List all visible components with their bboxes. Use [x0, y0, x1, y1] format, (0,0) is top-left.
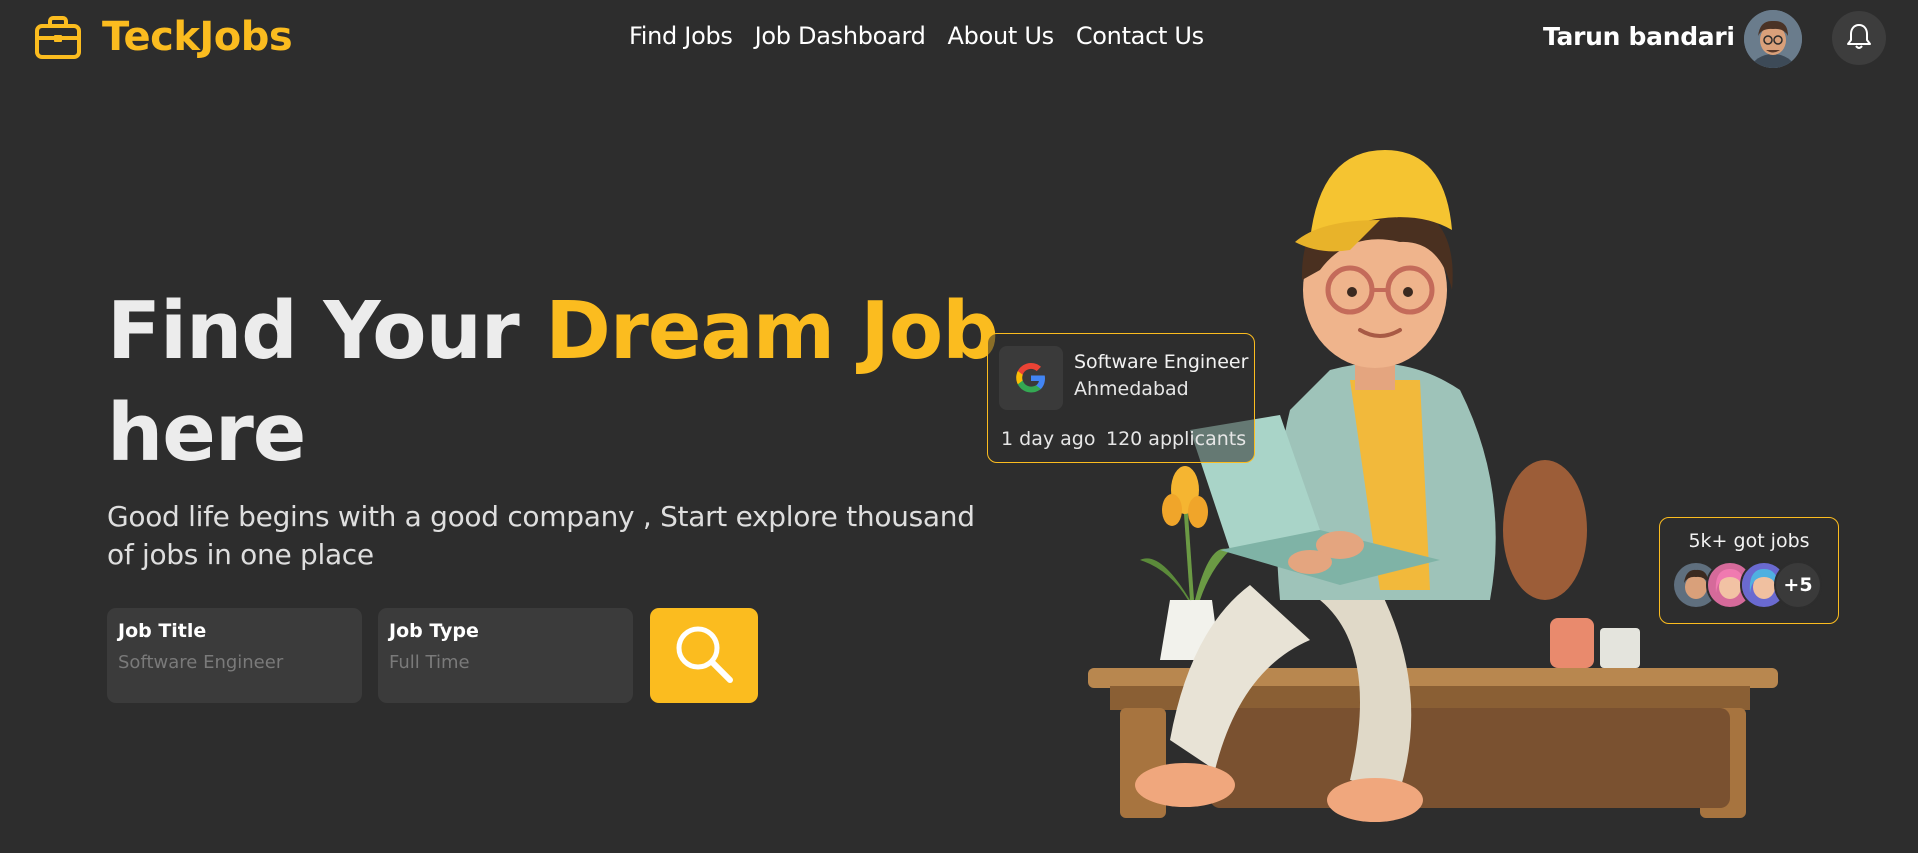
job-card-title: Software Engineer [1074, 351, 1249, 373]
briefcase-icon [34, 14, 82, 60]
hero-illustration [1020, 130, 1820, 853]
notification-button[interactable] [1832, 11, 1886, 65]
user-avatar[interactable] [1744, 10, 1802, 68]
more-count: +5 [1774, 561, 1822, 609]
job-type-input[interactable] [389, 652, 622, 673]
main-nav: Find Jobs Job Dashboard About Us Contact… [629, 22, 1204, 50]
hired-stat-label: 5k+ got jobs [1688, 530, 1810, 552]
job-card-applicants: 120 applicants [1106, 428, 1247, 450]
nav-about-us[interactable]: About Us [948, 22, 1055, 50]
search-icon [673, 623, 735, 689]
nav-contact-us[interactable]: Contact Us [1076, 22, 1204, 50]
job-title-input[interactable] [118, 652, 351, 673]
hired-avatars: +5 [1672, 561, 1822, 609]
hero-title: Find Your Dream Job here [107, 280, 1007, 484]
nav-job-dashboard[interactable]: Job Dashboard [755, 22, 926, 50]
brand-name: TeckJobs [102, 14, 293, 60]
bell-icon [1846, 22, 1872, 54]
job-card-location: Ahmedabad [1074, 378, 1189, 400]
job-card-posted: 1 day ago [1001, 428, 1096, 450]
job-title-label: Job Title [118, 620, 207, 642]
featured-job-card[interactable]: Software Engineer Ahmedabad 1 day ago 12… [987, 333, 1255, 463]
brand-logo[interactable]: TeckJobs [34, 14, 293, 60]
job-title-field: Job Title [107, 608, 362, 703]
hero-subtitle: Good life begins with a good company , S… [107, 500, 975, 571]
hero-title-accent: Dream Job [545, 285, 998, 377]
nav-find-jobs[interactable]: Find Jobs [629, 22, 733, 50]
google-logo-icon [999, 346, 1063, 410]
hero-title-part2: here [107, 387, 306, 479]
hero-title-part1: Find Your [107, 285, 546, 377]
hired-stat-card: 5k+ got jobs +5 [1659, 517, 1839, 624]
top-navbar: TeckJobs Find Jobs Job Dashboard About U… [0, 0, 1918, 78]
job-type-label: Job Type [389, 620, 479, 642]
job-type-field: Job Type [378, 608, 633, 703]
user-name[interactable]: Tarun bandari [1543, 22, 1735, 51]
search-button[interactable] [650, 608, 758, 703]
